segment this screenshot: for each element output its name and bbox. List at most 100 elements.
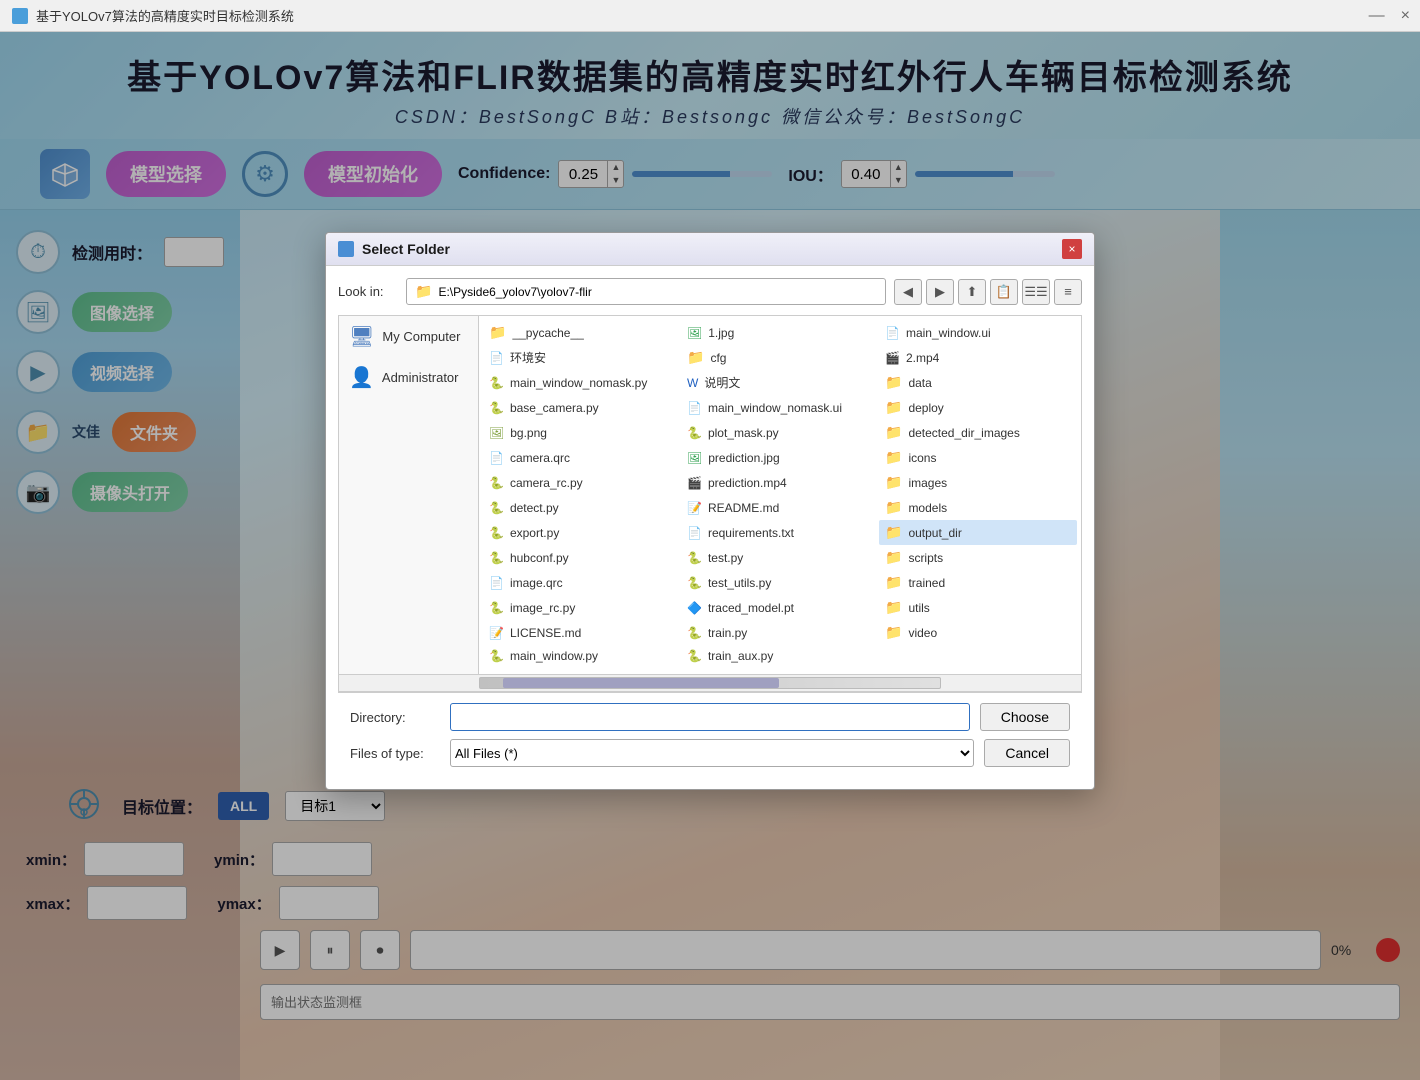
file-plot-mask[interactable]: 🐍 plot_mask.py: [681, 420, 879, 445]
folder-scripts[interactable]: 📁 scripts: [879, 545, 1077, 570]
look-in-row: Look in: 📁 E:\Pyside6_yolov7\yolov7-flir…: [338, 278, 1082, 305]
file-list: 📁 __pycache__ 🖼 1.jpg 📄 main_window.ui: [479, 316, 1081, 674]
horizontal-scrollbar[interactable]: [479, 677, 941, 689]
folder-icon-cfg: 📁: [687, 349, 704, 366]
jpg-icon-1: 🖼: [687, 326, 702, 340]
dialog-sidebar: 🖥 My Computer 👤 Administrator: [339, 316, 479, 674]
view-details-button[interactable]: ☰☰: [1022, 279, 1050, 305]
folder-models[interactable]: 📁 models: [879, 495, 1077, 520]
mp4-icon-pred: 🎬: [687, 476, 702, 490]
py-icon-export: 🐍: [489, 526, 504, 540]
scrollbar-thumb[interactable]: [503, 678, 779, 688]
file-browser: 🖥 My Computer 👤 Administrator 📁: [338, 315, 1082, 675]
file-readme-md[interactable]: 📝 README.md: [681, 495, 879, 520]
dialog-titlebar: Select Folder ×: [326, 233, 1094, 266]
file-main-window-nomask-ui[interactable]: 📄 main_window_nomask.ui: [681, 395, 879, 420]
file-shuomingwen[interactable]: W 说明文: [681, 370, 879, 395]
files-of-type-select[interactable]: All Files (*): [450, 739, 974, 767]
py-icon-test: 🐍: [687, 551, 702, 565]
dialog-title: Select Folder: [362, 241, 1054, 257]
dialog-icon: [338, 241, 354, 257]
nav-recent-button[interactable]: 📋: [990, 279, 1018, 305]
file-image-qrc[interactable]: 📄 image.qrc: [483, 570, 681, 595]
py-icon-main-window: 🐍: [489, 649, 504, 663]
sidebar-administrator[interactable]: 👤 Administrator: [339, 357, 478, 398]
folder-detected-dir-images[interactable]: 📁 detected_dir_images: [879, 420, 1077, 445]
md-icon-readme: 📝: [687, 501, 702, 515]
file-test-py[interactable]: 🐍 test.py: [681, 545, 879, 570]
directory-row: Directory: Choose: [350, 703, 1070, 731]
dialog-body: Look in: 📁 E:\Pyside6_yolov7\yolov7-flir…: [326, 266, 1094, 789]
select-folder-dialog: Select Folder × Look in: 📁 E:\Pyside6_yo…: [325, 232, 1095, 790]
folder-images[interactable]: 📁 images: [879, 470, 1077, 495]
scrollbar-container: [338, 675, 1082, 692]
minimize-button[interactable]: —: [1369, 7, 1385, 25]
folder-video[interactable]: 📁 video: [879, 620, 1077, 645]
look-in-path[interactable]: 📁 E:\Pyside6_yolov7\yolov7-flir: [406, 278, 886, 305]
folder-utils[interactable]: 📁 utils: [879, 595, 1077, 620]
folder-icon-icons: 📁: [885, 449, 902, 466]
folder-icon-data: 📁: [885, 374, 902, 391]
file-license-md[interactable]: 📝 LICENSE.md: [483, 620, 681, 645]
folder-icon-models: 📁: [885, 499, 902, 516]
jpg-icon-pred: 🖼: [687, 451, 702, 465]
file-main-window-ui[interactable]: 📄 main_window.ui: [879, 320, 1077, 345]
file-camera-qrc[interactable]: 📄 camera.qrc: [483, 445, 681, 470]
app-container: 基于YOLOv7算法和FLIR数据集的高精度实时红外行人车辆目标检测系统 CSD…: [0, 32, 1420, 1080]
file-detect-py[interactable]: 🐍 detect.py: [483, 495, 681, 520]
folder-icon-pycache: 📁: [489, 324, 506, 341]
file-train-aux-py[interactable]: 🐍 train_aux.py: [681, 645, 879, 667]
file-requirements-txt[interactable]: 📄 requirements.txt: [681, 520, 879, 545]
file-main-window-py[interactable]: 🐍 main_window.py: [483, 645, 681, 667]
file-image-rc-py[interactable]: 🐍 image_rc.py: [483, 595, 681, 620]
dialog-close-button[interactable]: ×: [1062, 239, 1082, 259]
folder-deploy[interactable]: 📁 deploy: [879, 395, 1077, 420]
folder-icon-deploy: 📁: [885, 399, 902, 416]
file-hubconf-py[interactable]: 🐍 hubconf.py: [483, 545, 681, 570]
files-of-type-label: Files of type:: [350, 746, 440, 761]
look-in-toolbar: ◀ ▶ ⬆ 📋 ☰☰ ≡: [894, 279, 1082, 305]
folder-icons[interactable]: 📁 icons: [879, 445, 1077, 470]
file-main-window-nomask-py[interactable]: 🐍 main_window_nomask.py: [483, 370, 681, 395]
folder-icon-detected: 📁: [885, 424, 902, 441]
file-1jpg[interactable]: 🖼 1.jpg: [681, 320, 879, 345]
folder-output-dir[interactable]: 📁 output_dir: [879, 520, 1077, 545]
file-export-py[interactable]: 🐍 export.py: [483, 520, 681, 545]
computer-icon: 🖥: [349, 324, 374, 349]
file-camera-rc-py[interactable]: 🐍 camera_rc.py: [483, 470, 681, 495]
view-list-button[interactable]: ≡: [1054, 279, 1082, 305]
file-base-camera[interactable]: 🐍 base_camera.py: [483, 395, 681, 420]
file-type-row: Files of type: All Files (*) Cancel: [350, 739, 1070, 767]
folder-trained[interactable]: 📁 trained: [879, 570, 1077, 595]
sidebar-my-computer[interactable]: 🖥 My Computer: [339, 316, 478, 357]
choose-button[interactable]: Choose: [980, 703, 1070, 731]
ui-icon-nomask: 📄: [687, 401, 702, 415]
md-icon-license: 📝: [489, 626, 504, 640]
folder-cfg[interactable]: 📁 cfg: [681, 345, 879, 370]
folder-data[interactable]: 📁 data: [879, 370, 1077, 395]
file-bg-png[interactable]: 🖼 bg.png: [483, 420, 681, 445]
nav-forward-button[interactable]: ▶: [926, 279, 954, 305]
folder-pycache[interactable]: 📁 __pycache__: [483, 320, 681, 345]
file-traced-model-pt[interactable]: 🔷 traced_model.pt: [681, 595, 879, 620]
py-icon-test-utils: 🐍: [687, 576, 702, 590]
nav-back-button[interactable]: ◀: [894, 279, 922, 305]
mp4-icon-2: 🎬: [885, 351, 900, 365]
directory-input[interactable]: [450, 703, 970, 731]
nav-up-button[interactable]: ⬆: [958, 279, 986, 305]
file-2mp4[interactable]: 🎬 2.mp4: [879, 345, 1077, 370]
title-bar: 基于YOLOv7算法的高精度实时目标检测系统 — ×: [0, 0, 1420, 32]
file-train-py[interactable]: 🐍 train.py: [681, 620, 879, 645]
window-controls: — ×: [1369, 7, 1410, 25]
cancel-button[interactable]: Cancel: [984, 739, 1070, 767]
look-in-label: Look in:: [338, 284, 398, 299]
py-icon-train: 🐍: [687, 626, 702, 640]
py-icon-image-rc: 🐍: [489, 601, 504, 615]
file-prediction-mp4[interactable]: 🎬 prediction.mp4: [681, 470, 879, 495]
file-prediction-jpg[interactable]: 🖼 prediction.jpg: [681, 445, 879, 470]
file-huanjingan[interactable]: 📄 环境安: [483, 345, 681, 370]
directory-label: Directory:: [350, 710, 440, 725]
py-icon-detect: 🐍: [489, 501, 504, 515]
file-test-utils-py[interactable]: 🐍 test_utils.py: [681, 570, 879, 595]
close-button[interactable]: ×: [1401, 7, 1410, 25]
